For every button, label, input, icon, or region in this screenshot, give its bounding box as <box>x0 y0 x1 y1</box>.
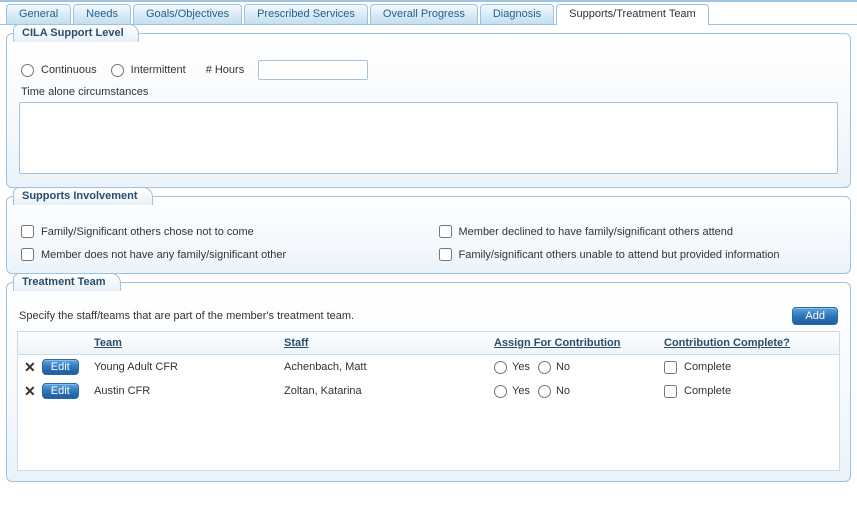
legend-cila: CILA Support Level <box>13 24 139 42</box>
delete-icon[interactable]: ✕ <box>24 360 36 374</box>
chk-family-unable-label: Family/significant others unable to atte… <box>459 249 780 261</box>
chk-family-unable[interactable]: Family/significant others unable to atte… <box>439 248 837 261</box>
chk-member-no-family[interactable]: Member does not have any family/signific… <box>21 248 419 261</box>
time-alone-textarea[interactable] <box>19 102 838 174</box>
cell-staff: Achenbach, Matt <box>278 355 488 380</box>
cell-team: Young Adult CFR <box>88 355 278 380</box>
chk-member-declined-input[interactable] <box>439 225 452 238</box>
tab-general[interactable]: General <box>6 4 71 24</box>
chk-member-no-family-input[interactable] <box>21 248 34 261</box>
assign-yes[interactable]: Yes <box>494 385 530 398</box>
panel-treatment-team: Treatment Team Specify the staff/teams t… <box>6 282 851 482</box>
panel-supports-involvement: Supports Involvement Family/Significant … <box>6 196 851 274</box>
table-row: ✕ Edit Young Adult CFR Achenbach, Matt Y… <box>18 355 839 380</box>
chk-family-chose-not-input[interactable] <box>21 225 34 238</box>
tab-goals[interactable]: Goals/Objectives <box>133 4 242 24</box>
tab-supports-treatment-team[interactable]: Supports/Treatment Team <box>556 4 709 25</box>
cell-staff: Zoltan, Katarina <box>278 379 488 403</box>
hours-input[interactable] <box>258 60 368 80</box>
legend-treatment-team: Treatment Team <box>13 273 121 291</box>
complete-label: Complete <box>684 385 731 397</box>
table-row: ✕ Edit Austin CFR Zoltan, Katarina Yes N… <box>18 379 839 403</box>
col-assign[interactable]: Assign For Contribution <box>488 332 658 355</box>
complete-checkbox[interactable] <box>664 385 677 398</box>
radio-continuous-input[interactable] <box>21 64 34 77</box>
hours-label: # Hours <box>206 64 245 76</box>
radio-continuous-label: Continuous <box>41 64 97 76</box>
chk-member-declined[interactable]: Member declined to have family/significa… <box>439 225 837 238</box>
treatment-team-instruction: Specify the staff/teams that are part of… <box>19 310 354 322</box>
chk-family-chose-not[interactable]: Family/Significant others chose not to c… <box>21 225 419 238</box>
assign-yes[interactable]: Yes <box>494 361 530 374</box>
tab-needs[interactable]: Needs <box>73 4 131 24</box>
radio-continuous[interactable]: Continuous <box>21 64 97 77</box>
radio-intermittent-input[interactable] <box>111 64 124 77</box>
time-alone-label: Time alone circumstances <box>17 86 840 102</box>
col-staff[interactable]: Staff <box>278 332 488 355</box>
cell-team: Austin CFR <box>88 379 278 403</box>
treatment-team-grid[interactable]: Team Staff Assign For Contribution Contr… <box>17 331 840 471</box>
assign-no[interactable]: No <box>538 361 570 374</box>
col-complete[interactable]: Contribution Complete? <box>658 332 839 355</box>
col-team[interactable]: Team <box>88 332 278 355</box>
chk-family-chose-not-label: Family/Significant others chose not to c… <box>41 226 254 238</box>
radio-intermittent-label: Intermittent <box>131 64 186 76</box>
legend-involvement: Supports Involvement <box>13 187 153 205</box>
delete-icon[interactable]: ✕ <box>24 384 36 398</box>
radio-intermittent[interactable]: Intermittent <box>111 64 186 77</box>
panel-cila-support-level: CILA Support Level Continuous Intermitte… <box>6 33 851 188</box>
edit-button[interactable]: Edit <box>42 359 79 375</box>
add-button[interactable]: Add <box>792 307 838 325</box>
tab-strip: General Needs Goals/Objectives Prescribe… <box>0 2 857 25</box>
complete-checkbox[interactable] <box>664 361 677 374</box>
edit-button[interactable]: Edit <box>42 383 79 399</box>
tab-services[interactable]: Prescribed Services <box>244 4 368 24</box>
col-actions <box>18 332 88 355</box>
complete-label: Complete <box>684 361 731 373</box>
assign-no[interactable]: No <box>538 385 570 398</box>
chk-member-no-family-label: Member does not have any family/signific… <box>41 249 286 261</box>
tab-diagnosis[interactable]: Diagnosis <box>480 4 554 24</box>
chk-family-unable-input[interactable] <box>439 248 452 261</box>
chk-member-declined-label: Member declined to have family/significa… <box>459 226 734 238</box>
tab-progress[interactable]: Overall Progress <box>370 4 478 24</box>
